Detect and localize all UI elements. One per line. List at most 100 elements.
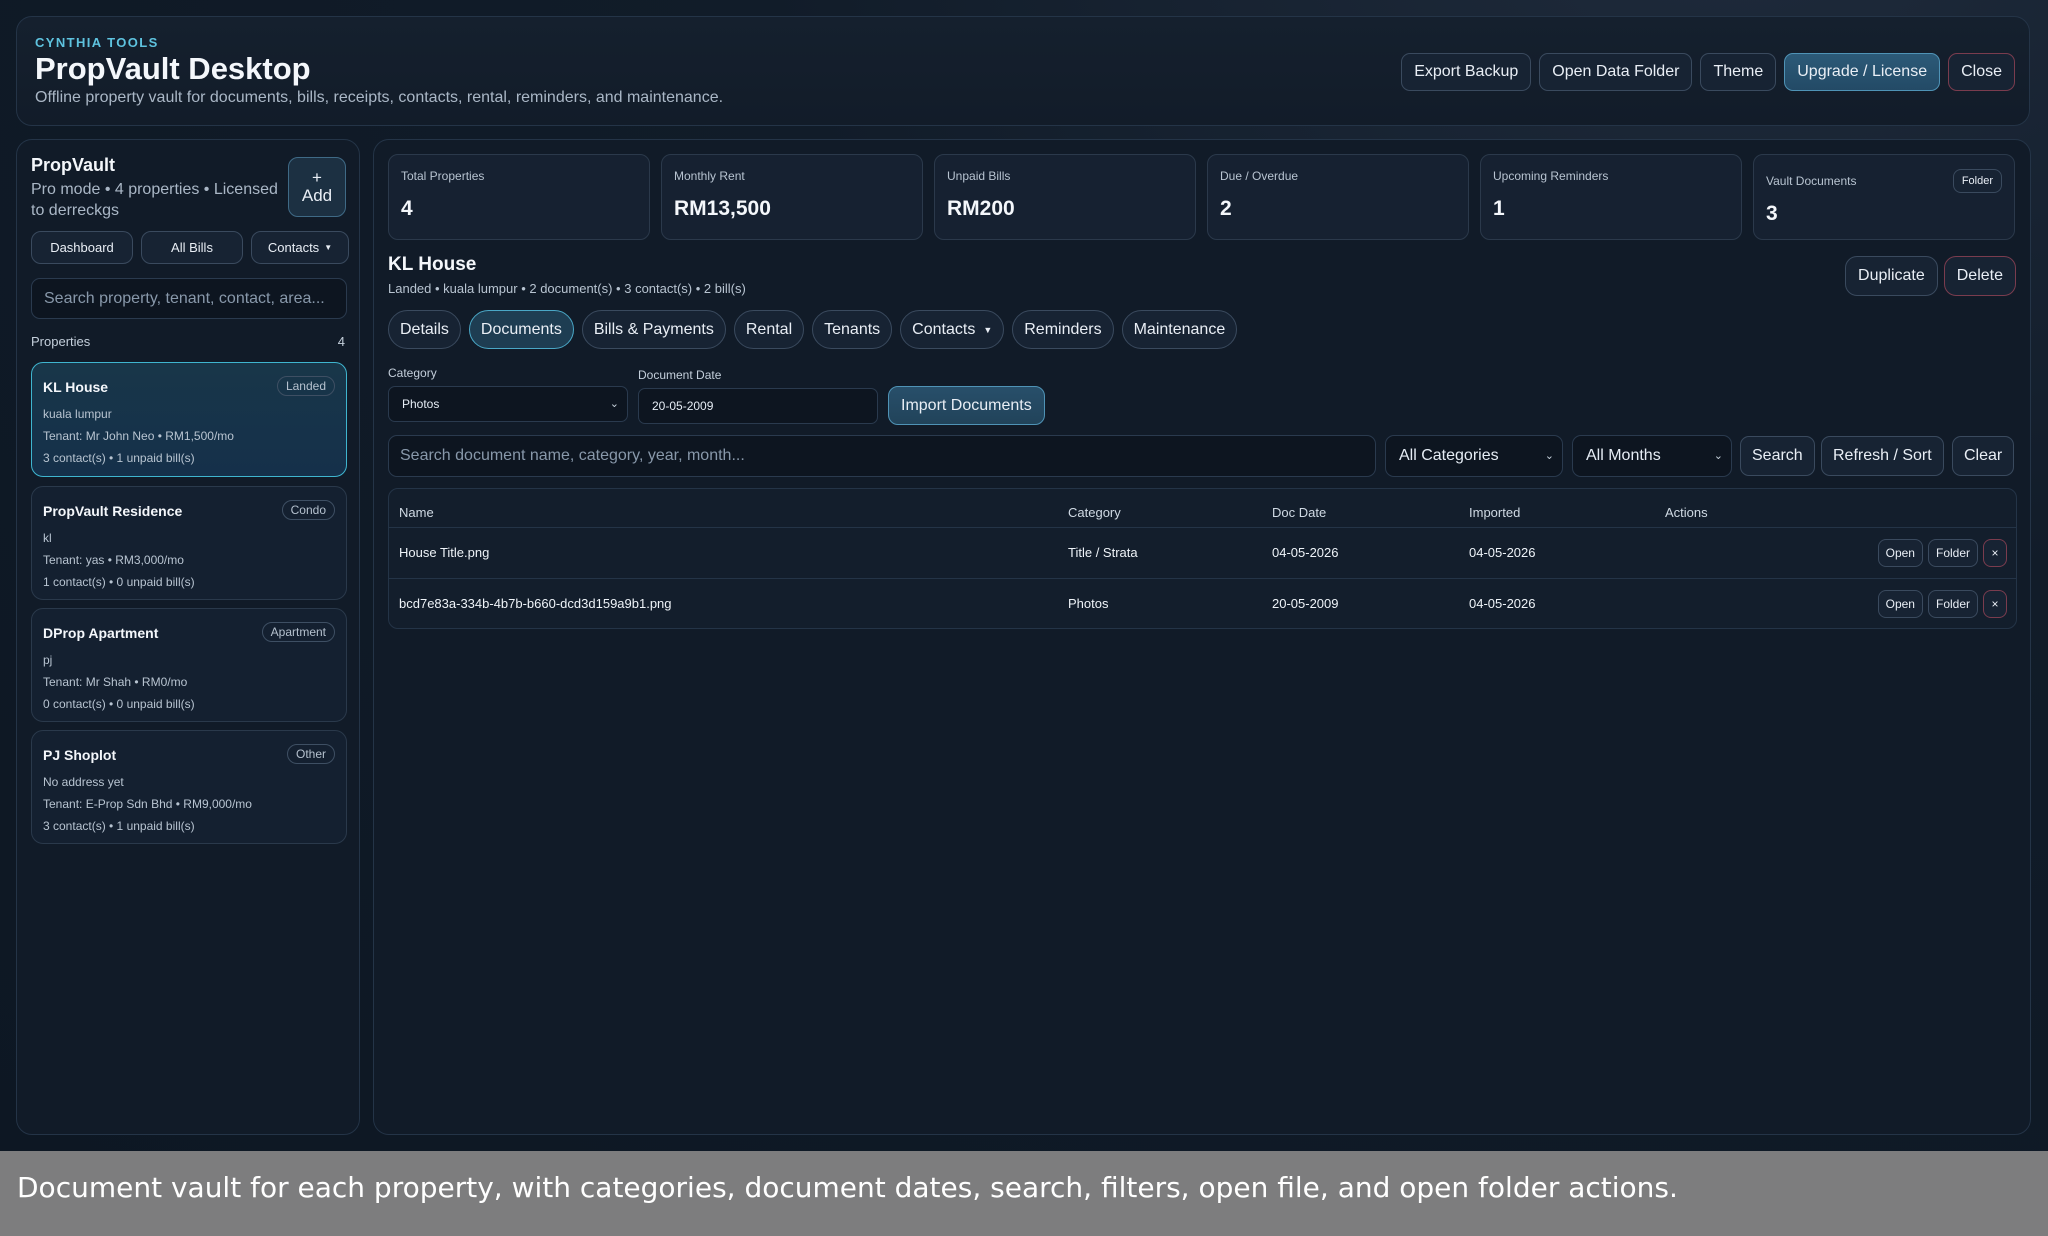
property-search-input[interactable] xyxy=(31,278,347,319)
property-address: kl xyxy=(43,531,52,545)
column-header-imported: Imported xyxy=(1469,505,1521,520)
tab-bills-payments[interactable]: Bills & Payments xyxy=(581,310,726,349)
clear-button[interactable]: Clear xyxy=(1952,436,2015,476)
open-document-button[interactable]: Open xyxy=(1877,539,1923,567)
tab-contacts[interactable]: Contacts ▼ xyxy=(900,310,1005,349)
sidebar-nav: Dashboard All Bills Contacts ▼ xyxy=(31,231,349,264)
dashboard-button[interactable]: Dashboard xyxy=(31,231,133,264)
license-status: Pro mode • 4 properties • Licensed to de… xyxy=(31,181,278,219)
add-label: Add xyxy=(301,186,333,205)
caret-down-icon: ▼ xyxy=(324,243,333,252)
contacts-label: Contacts xyxy=(267,240,320,255)
import-documents-button[interactable]: Import Documents xyxy=(888,386,1045,425)
export-backup-button[interactable]: Export Backup xyxy=(1401,53,1532,91)
property-summary: 1 contact(s) • 0 unpaid bill(s) xyxy=(43,575,195,589)
tab-contacts-label: Contacts xyxy=(912,320,976,338)
search-button[interactable]: Search xyxy=(1740,436,1815,476)
property-tabs: Details Documents Bills & Payments Renta… xyxy=(388,310,1238,349)
stat-value: RM13,500 xyxy=(674,197,771,220)
vault-folder-button[interactable]: Folder xyxy=(1952,169,2002,193)
sidebar: PropVault Pro mode • 4 properties • Lice… xyxy=(16,139,360,1135)
column-header-actions: Actions xyxy=(1665,505,1708,520)
stat-monthly-rent: Monthly Rent RM13,500 xyxy=(661,154,923,240)
properties-heading: Properties xyxy=(31,334,91,349)
delete-document-icon[interactable]: × xyxy=(1983,539,2007,567)
property-summary: 3 contact(s) • 1 unpaid bill(s) xyxy=(43,819,195,833)
document-search-input[interactable] xyxy=(388,435,1376,477)
property-type-badge: Other xyxy=(286,744,335,764)
document-category: Title / Strata xyxy=(1068,545,1138,560)
tab-maintenance[interactable]: Maintenance xyxy=(1121,310,1238,349)
month-filter-select[interactable]: All Months ⌄ xyxy=(1572,435,1732,477)
category-filter-select[interactable]: All Categories ⌄ xyxy=(1385,435,1563,477)
document-name: bcd7e83a-334b-4b7b-b660-dcd3d159a9b1.png xyxy=(399,596,672,611)
category-value: Photos xyxy=(402,397,440,411)
property-tenant: Tenant: E-Prop Sdn Bhd • RM9,000/mo xyxy=(43,797,252,811)
plus-icon: + xyxy=(312,168,322,187)
property-card-dprop-apartment[interactable]: DProp Apartment Apartment pj Tenant: Mr … xyxy=(31,608,347,722)
category-label: Category xyxy=(388,366,437,380)
document-doc-date: 20-05-2009 xyxy=(1272,596,1339,611)
property-summary: 0 contact(s) • 0 unpaid bill(s) xyxy=(43,697,195,711)
add-property-button[interactable]: + Add xyxy=(288,157,346,217)
stat-unpaid-bills: Unpaid Bills RM200 xyxy=(934,154,1196,240)
stat-label: Monthly Rent xyxy=(674,169,745,183)
property-card-kl-house[interactable]: KL House Landed kuala lumpur Tenant: Mr … xyxy=(31,362,347,477)
category-filter-value: All Categories xyxy=(1399,447,1499,464)
refresh-sort-button[interactable]: Refresh / Sort xyxy=(1821,436,1944,476)
stat-label: Due / Overdue xyxy=(1220,169,1299,183)
property-address: No address yet xyxy=(43,775,124,789)
stat-label: Upcoming Reminders xyxy=(1493,169,1609,183)
property-card-pj-shoplot[interactable]: PJ Shoplot Other No address yet Tenant: … xyxy=(31,730,347,844)
stat-value: 3 xyxy=(1766,202,1778,225)
brand-label: CYNTHIA TOOLS xyxy=(35,35,159,50)
column-header-name: Name xyxy=(399,505,434,520)
tab-rental[interactable]: Rental xyxy=(733,310,805,349)
delete-document-icon[interactable]: × xyxy=(1983,590,2007,618)
property-type-badge: Landed xyxy=(276,376,335,396)
stat-due-overdue: Due / Overdue 2 xyxy=(1207,154,1469,240)
property-type-badge: Condo xyxy=(281,500,335,520)
contacts-dropdown-button[interactable]: Contacts ▼ xyxy=(251,231,349,264)
property-type-badge: Apartment xyxy=(261,622,335,642)
delete-button[interactable]: Delete xyxy=(1943,256,2016,296)
document-doc-date: 04-05-2026 xyxy=(1272,545,1339,560)
open-folder-button[interactable]: Folder xyxy=(1927,590,1978,618)
app-title: PropVault Desktop xyxy=(35,51,311,86)
document-date-value: 20-05-2009 xyxy=(652,399,714,413)
open-document-button[interactable]: Open xyxy=(1877,590,1923,618)
tab-details[interactable]: Details xyxy=(388,310,461,349)
screenshot-caption: Document vault for each property, with c… xyxy=(0,1151,2048,1236)
property-meta: Landed • kuala lumpur • 2 document(s) • … xyxy=(388,281,746,296)
document-imported: 04-05-2026 xyxy=(1469,545,1536,560)
row-actions: Open Folder × xyxy=(1877,590,2007,618)
property-card-propvault-residence[interactable]: PropVault Residence Condo kl Tenant: yas… xyxy=(31,486,347,600)
table-row: House Title.png Title / Strata 04-05-202… xyxy=(389,527,2016,578)
document-name: House Title.png xyxy=(399,545,490,560)
tab-documents[interactable]: Documents xyxy=(468,310,574,349)
stat-upcoming-reminders: Upcoming Reminders 1 xyxy=(1480,154,1742,240)
stat-total-properties: Total Properties 4 xyxy=(388,154,650,240)
property-name: DProp Apartment xyxy=(43,625,159,641)
tab-tenants[interactable]: Tenants xyxy=(812,310,893,349)
open-data-folder-button[interactable]: Open Data Folder xyxy=(1539,53,1693,91)
document-date-input[interactable]: 20-05-2009 xyxy=(638,388,878,424)
stat-label: Unpaid Bills xyxy=(947,169,1011,183)
tab-reminders[interactable]: Reminders xyxy=(1012,310,1114,349)
app-header: CYNTHIA TOOLS PropVault Desktop Offline … xyxy=(16,16,2030,126)
table-row: bcd7e83a-334b-4b7b-b660-dcd3d159a9b1.png… xyxy=(389,578,2016,628)
close-button[interactable]: Close xyxy=(1948,53,2015,91)
app-window: CYNTHIA TOOLS PropVault Desktop Offline … xyxy=(0,0,2048,1151)
property-summary: 3 contact(s) • 1 unpaid bill(s) xyxy=(43,451,195,465)
theme-button[interactable]: Theme xyxy=(1700,53,1777,91)
document-date-label: Document Date xyxy=(638,368,722,382)
stat-label: Total Properties xyxy=(401,169,485,183)
caret-down-icon: ▼ xyxy=(983,324,993,335)
stat-value: RM200 xyxy=(947,197,1015,220)
chevron-down-icon: ⌄ xyxy=(1713,450,1723,462)
duplicate-button[interactable]: Duplicate xyxy=(1845,256,1938,296)
category-select[interactable]: Photos ⌄ xyxy=(388,386,628,422)
upgrade-license-button[interactable]: Upgrade / License xyxy=(1784,53,1941,91)
open-folder-button[interactable]: Folder xyxy=(1927,539,1978,567)
all-bills-button[interactable]: All Bills xyxy=(141,231,243,264)
